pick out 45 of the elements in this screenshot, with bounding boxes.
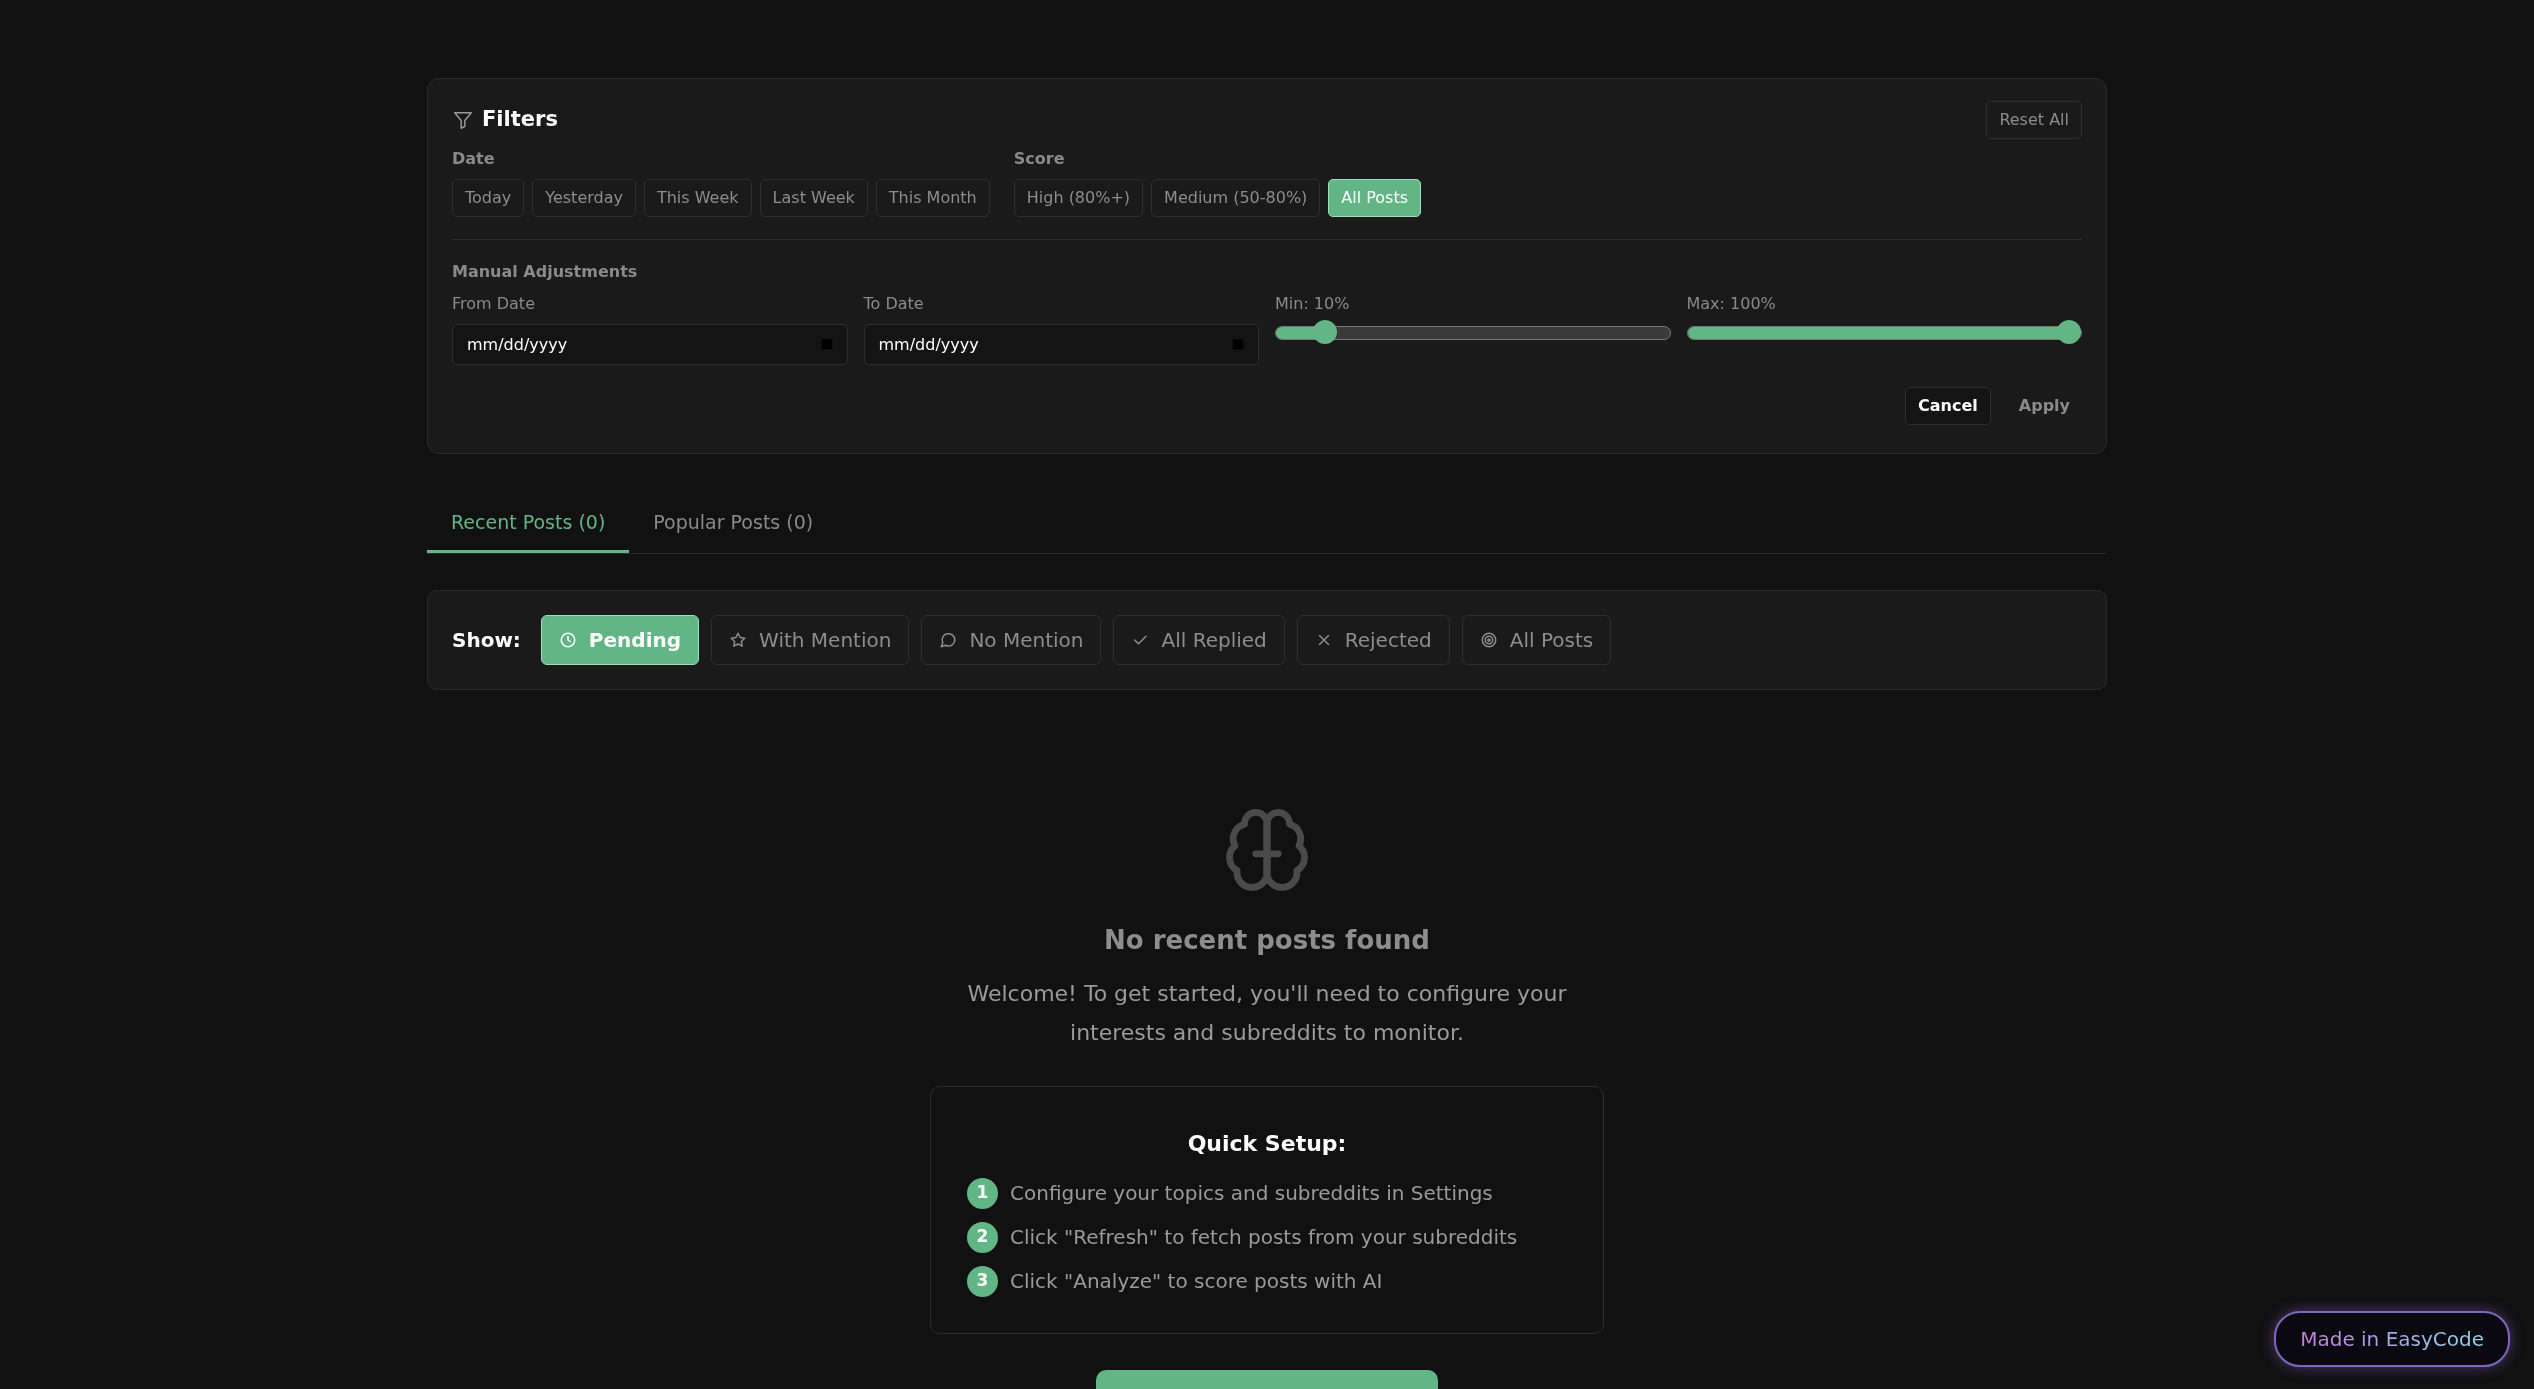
score-filter-chip[interactable]: Medium (50-80%) — [1151, 179, 1321, 217]
date-filter-chip[interactable]: This Week — [643, 179, 752, 217]
star-icon — [729, 630, 748, 649]
step-number: 2 — [967, 1221, 998, 1253]
filter-icon — [452, 109, 474, 131]
target-icon — [1479, 630, 1498, 649]
tab[interactable]: Popular Posts (0) — [629, 498, 838, 553]
date-filter-chip[interactable]: Last Week — [759, 179, 868, 217]
date-field[interactable]: mm/dd/yyyy — [452, 324, 848, 365]
score-label: Score — [1013, 148, 1066, 170]
slider-label: Min: 10% — [1275, 293, 1351, 315]
status-filter-button[interactable]: All Posts — [1461, 614, 1612, 665]
slider-thumb[interactable] — [1312, 320, 1337, 344]
step-text: Click "Analyze" to score posts with AI — [1010, 1268, 1383, 1295]
cancel-button[interactable]: Cancel — [1905, 387, 1991, 425]
show-label: Show: — [452, 626, 521, 654]
filters-title: Filters — [482, 106, 558, 134]
slider-thumb[interactable] — [2057, 320, 2081, 344]
speech-bubble-icon — [939, 630, 958, 649]
manual-adjustments-label: Manual Adjustments — [452, 261, 639, 283]
step-text: Click "Refresh" to fetch posts from your subreddits — [1010, 1224, 1518, 1251]
date-filter-chip[interactable]: Today — [452, 179, 525, 217]
step-text: Configure your topics and subreddits in Settings — [1010, 1180, 1493, 1207]
status-filter-button[interactable]: All Replied — [1113, 614, 1285, 665]
reset-all-button[interactable]: Reset All — [1986, 101, 2082, 139]
tab[interactable]: Recent Posts (0) — [427, 498, 630, 553]
status-filter-button[interactable]: Rejected — [1296, 614, 1450, 665]
empty-state-title: No recent posts found — [1103, 923, 1431, 957]
field-label: From Date — [452, 293, 536, 315]
status-filter-button[interactable]: No Mention — [921, 614, 1102, 665]
date-filter-chip[interactable]: This Month — [875, 179, 990, 217]
clock-icon — [558, 630, 577, 649]
step-number: 3 — [967, 1265, 998, 1297]
step-number: 1 — [967, 1177, 998, 1209]
date-filter-chip[interactable]: Yesterday — [532, 179, 636, 217]
date-label: Date — [452, 148, 496, 170]
apply-button[interactable]: Apply — [2006, 387, 2082, 425]
date-field[interactable]: mm/dd/yyyy — [863, 324, 1259, 365]
slider-label: Max: 100% — [1686, 293, 1777, 315]
made-in-badge[interactable]: Made in EasyCode — [2274, 1311, 2510, 1367]
quick-setup-title: Quick Setup: — [1186, 1129, 1348, 1158]
empty-state-message: Welcome! To get started, you'll need to configure your interests and subreddits to monitor. — [966, 979, 1568, 1047]
score-filter-chip[interactable]: High (80%+) — [1013, 179, 1144, 217]
status-filter-button[interactable]: With Mention — [711, 614, 910, 665]
field-label: To Date — [863, 293, 925, 315]
